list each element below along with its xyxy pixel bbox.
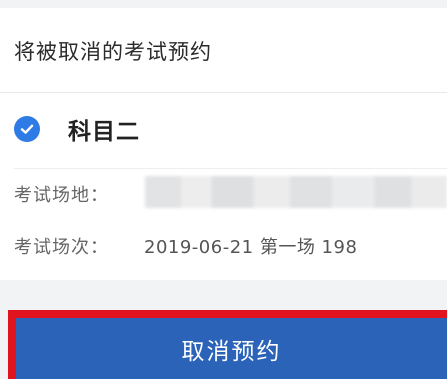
check-circle-icon[interactable]: [14, 116, 40, 142]
section-title: 将被取消的考试预约: [14, 40, 212, 64]
venue-row: 考试场地：: [14, 180, 144, 208]
session-value: 2019-06-21 第一场 198: [144, 237, 358, 258]
divider: [0, 92, 447, 93]
top-spacer: [0, 0, 447, 8]
divider: [14, 168, 447, 169]
venue-value-redacted: [145, 176, 447, 208]
subject-row[interactable]: 科目二: [14, 114, 140, 145]
subject-label: 科目二: [68, 119, 140, 145]
session-row: 考试场次： 2019-06-21 第一场 198: [14, 232, 357, 260]
session-label: 考试场次：: [14, 237, 109, 258]
cancel-appointment-button[interactable]: 取消预约: [16, 318, 447, 379]
venue-label: 考试场地：: [14, 185, 109, 206]
